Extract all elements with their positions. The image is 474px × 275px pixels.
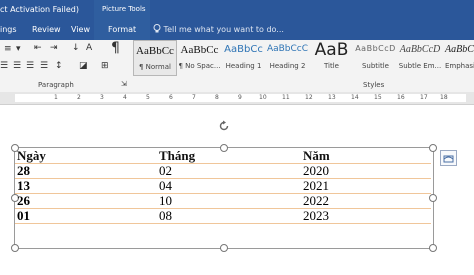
ribbon-tabs: ings Review View Format Tell me what you… — [0, 20, 474, 40]
table-row: 13 04 2021 — [15, 178, 431, 194]
style-title[interactable]: AaB Title — [310, 40, 353, 76]
paragraph-dialog-launcher-icon[interactable]: ⇲ — [121, 80, 127, 88]
style-emphasis[interactable]: AaBbCcI Emphasis — [443, 40, 474, 76]
borders-icon[interactable]: ⊞ — [101, 61, 109, 71]
horizontal-ruler[interactable]: 1 2 3 4 5 6 7 8 9 10 11 12 13 14 15 16 1… — [0, 92, 474, 105]
style-no-spacing[interactable]: AaBbCc ¶ No Spac... — [178, 40, 221, 76]
align-right-icon[interactable]: ☰ — [26, 61, 34, 71]
cell-month: 04 — [157, 178, 301, 194]
show-formatting-icon[interactable]: ¶ — [111, 40, 120, 56]
style-subtle-emphasis[interactable]: AaBbCcD Subtle Em... — [398, 40, 442, 76]
document-title: ct Activation Failed) — [0, 5, 80, 14]
tab-format[interactable]: Format — [94, 20, 150, 40]
ruler-tick: 13 — [328, 94, 336, 101]
tell-me-text: Tell me what you want to do... — [163, 25, 284, 34]
chevron-down-icon[interactable]: ▾ — [16, 44, 21, 54]
cell-year: 2020 — [301, 163, 431, 179]
table-row: 26 10 2022 — [15, 193, 431, 209]
picture-tools-label: Picture Tools — [102, 5, 146, 13]
ruler-tick: 18 — [440, 94, 448, 101]
ruler-tick: 4 — [123, 94, 127, 101]
style-subtitle[interactable]: AaBbCcD Subtitle — [354, 40, 397, 76]
paragraph-group-label: Paragraph — [38, 81, 74, 89]
cell-month: 08 — [157, 208, 301, 224]
style-normal[interactable]: AaBbCc ¶ Normal — [133, 40, 177, 76]
line-spacing-icon[interactable]: ↕ — [55, 61, 63, 71]
layout-options-button[interactable] — [440, 150, 457, 166]
rotate-handle-icon[interactable] — [218, 120, 230, 132]
tab-view[interactable]: View — [71, 25, 90, 34]
style-heading-2[interactable]: AaBbCcC Heading 2 — [266, 40, 309, 76]
styles-group-label: Styles — [363, 81, 385, 89]
lightbulb-icon — [153, 24, 161, 33]
resize-handle-bottom-left[interactable] — [11, 244, 19, 252]
justify-icon[interactable]: ☰ — [40, 61, 48, 71]
cell-year: 2022 — [301, 193, 431, 209]
tab-mailings[interactable]: ings — [0, 25, 17, 34]
ruler-tick: 9 — [238, 94, 242, 101]
table-header-row: Ngày Tháng Năm — [15, 149, 431, 164]
tab-review[interactable]: Review — [32, 25, 61, 34]
header-year: Năm — [301, 149, 431, 164]
header-day: Ngày — [15, 149, 157, 164]
ruler-tick: 5 — [146, 94, 150, 101]
ruler-tick: 16 — [397, 94, 405, 101]
header-month: Tháng — [157, 149, 301, 164]
cell-day: 28 — [15, 163, 157, 179]
tell-me-box[interactable]: Tell me what you want to do... — [153, 24, 284, 34]
cell-month: 10 — [157, 193, 301, 209]
ruler-tick: 8 — [215, 94, 219, 101]
resize-handle-bottom-right[interactable] — [429, 244, 437, 252]
title-bar: ct Activation Failed) Picture Tools — [0, 0, 474, 20]
ruler-tick: 3 — [100, 94, 104, 101]
table-row: 28 02 2020 — [15, 163, 431, 179]
multilevel-list-icon[interactable]: ≡ — [4, 44, 12, 54]
ruler-tick: 12 — [305, 94, 313, 101]
style-heading-1[interactable]: AaBbCc Heading 1 — [222, 40, 265, 76]
sort-az-icon[interactable]: A — [86, 43, 92, 53]
picture-tools-group: Picture Tools — [94, 0, 150, 20]
ruler-tick: 1 — [54, 94, 58, 101]
cell-year: 2021 — [301, 178, 431, 194]
cell-year: 2023 — [301, 208, 431, 224]
align-left-icon[interactable]: ☰ — [0, 61, 8, 71]
ruler-tick: 11 — [282, 94, 290, 101]
resize-handle-bottom[interactable] — [220, 244, 228, 252]
date-table: Ngày Tháng Năm 28 02 2020 13 04 2021 26 … — [15, 149, 431, 224]
cell-day: 13 — [15, 178, 157, 194]
ruler-tick: 14 — [351, 94, 359, 101]
ruler-tick: 15 — [374, 94, 382, 101]
ruler-tick: 10 — [259, 94, 267, 101]
cell-day: 26 — [15, 193, 157, 209]
ruler-tick: 17 — [420, 94, 428, 101]
sort-icon[interactable]: ↓ — [72, 43, 80, 53]
ruler-tick: 2 — [77, 94, 81, 101]
table-row: 01 08 2023 — [15, 208, 431, 224]
increase-indent-icon[interactable]: ⇥ — [50, 43, 58, 53]
decrease-indent-icon[interactable]: ⇤ — [34, 43, 42, 53]
tab-format-label: Format — [108, 25, 137, 34]
shading-icon[interactable]: ◪ — [79, 61, 88, 71]
cell-month: 02 — [157, 163, 301, 179]
cell-day: 01 — [15, 208, 157, 224]
ruler-tick: 6 — [169, 94, 173, 101]
styles-gallery: AaBbCc ¶ Normal AaBbCc ¶ No Spac... AaBb… — [132, 40, 474, 76]
layout-options-icon — [443, 155, 454, 163]
ruler-tick: 7 — [192, 94, 196, 101]
align-center-icon[interactable]: ☰ — [13, 61, 21, 71]
